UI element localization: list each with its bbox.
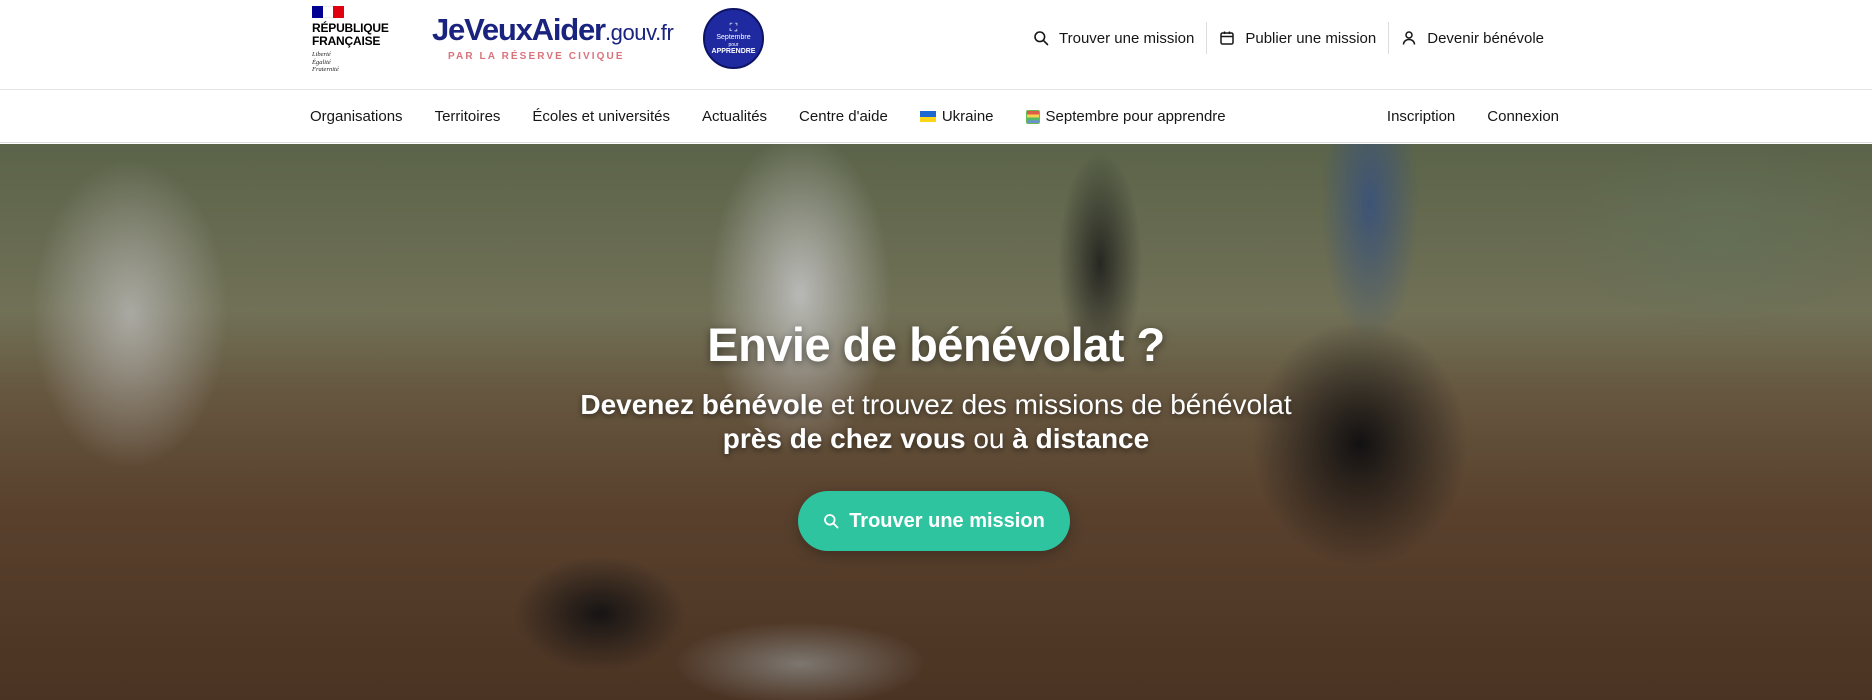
hero-title: Envie de bénévolat ? [707,318,1165,371]
publish-mission-label: Publier une mission [1245,29,1377,47]
nav-item-territoires[interactable]: Territoires [435,108,501,125]
nav-item-ukraine[interactable]: Ukraine [919,108,994,125]
hero-subtitle-text-1: et trouvez des missions de bénévolat [823,389,1292,420]
badge-line-3: APPRENDRE [711,47,756,55]
brand-tagline: PAR LA RÉSERVE CIVIQUE [448,51,625,62]
site-header: République Française Liberté Égalité Fra… [0,0,1872,90]
french-flag-icon [312,6,345,18]
find-mission-label: Trouver une mission [1059,29,1195,47]
badge-line-1: Septembre [716,33,751,41]
find-mission-button-label: Trouver une mission [849,509,1045,532]
hero-subtitle-strong-2: près de chez vous [722,423,966,454]
septembre-pour-apprendre-badge[interactable]: ⛶ Septembre pour APPRENDRE [703,8,764,69]
calendar-icon [1220,31,1235,45]
ukraine-flag-icon [919,111,936,122]
republique-francaise-logo[interactable]: République Française Liberté Égalité Fra… [312,6,392,76]
book-icon: ⛶ [729,21,738,34]
become-volunteer-label: Devenir bénévole [1427,29,1544,47]
header-quick-actions: Trouver une mission Publier une mission … [1021,22,1556,54]
nav-primary-links: Organisations Territoires Écoles et univ… [310,90,1226,143]
republic-motto: Liberté Égalité Fraternité [312,51,339,73]
nav-account-links: Inscription Connexion [1387,90,1559,143]
nav-item-actualites[interactable]: Actualités [702,108,767,125]
hero-subtitle-strong-3: à distance [1012,423,1150,454]
publish-mission-link[interactable]: Publier une mission [1206,22,1388,54]
search-icon [1034,31,1049,46]
brand-name: JeVeuxAider [432,12,606,47]
calendar-color-icon [1025,109,1040,124]
user-icon [1403,31,1416,45]
hero-subtitle-text-2: ou [965,423,1013,454]
nav-item-septembre-label: Septembre pour apprendre [1045,108,1226,125]
site-logo[interactable]: JeVeuxAider .gouv.fr PAR LA RÉSERVE CIVI… [432,12,674,63]
hero-subtitle-strong-1: Devenez bénévole [580,389,824,420]
hero-banner: Envie de bénévolat ? Devenez bénévole et… [0,144,1872,700]
hero-subtitle: Devenez bénévole et trouvez des missions… [0,388,1872,456]
nav-item-organisations[interactable]: Organisations [310,108,403,125]
main-navigation: Organisations Territoires Écoles et univ… [0,90,1872,143]
become-volunteer-link[interactable]: Devenir bénévole [1388,22,1556,54]
signup-link[interactable]: Inscription [1387,108,1455,125]
find-mission-link[interactable]: Trouver une mission [1021,22,1206,54]
nav-item-ecoles-universites[interactable]: Écoles et universités [532,108,670,125]
login-link[interactable]: Connexion [1487,108,1559,125]
find-mission-button[interactable]: Trouver une mission [798,491,1070,551]
nav-item-septembre-pour-apprendre[interactable]: Septembre pour apprendre [1025,108,1226,125]
nav-item-ukraine-label: Ukraine [941,108,994,125]
republique-francaise-name: République Française [312,21,389,48]
search-icon [824,514,839,529]
nav-item-centre-aide[interactable]: Centre d'aide [799,108,888,125]
brand-domain: .gouv.fr [604,20,674,45]
